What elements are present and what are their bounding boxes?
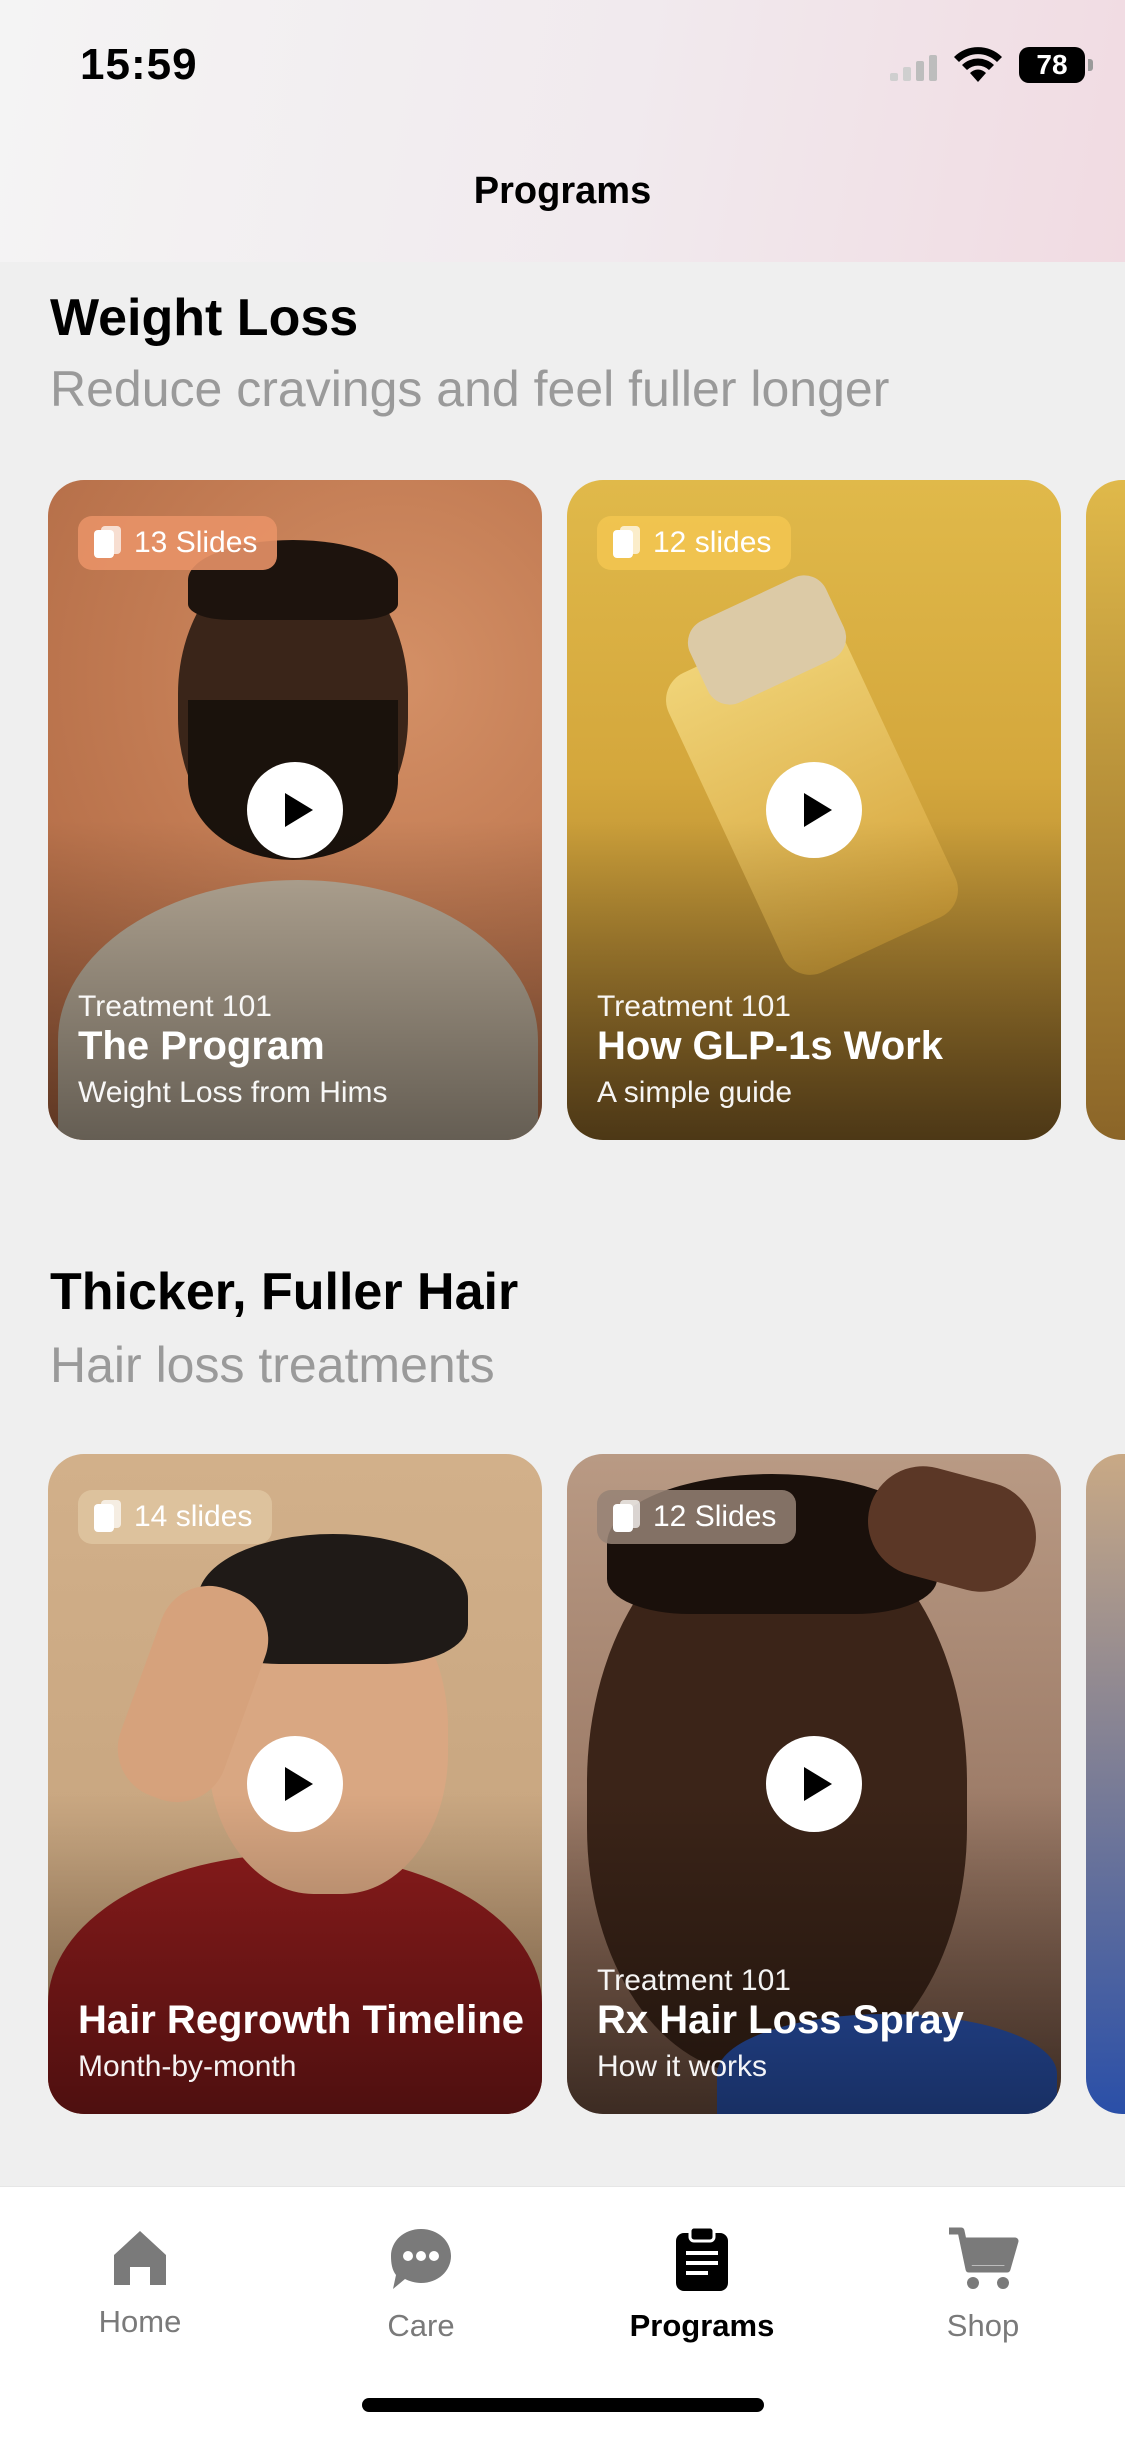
program-card-peek[interactable] [1086, 1454, 1125, 2114]
tab-shop[interactable]: Shop [883, 2225, 1083, 2344]
card-title: Rx Hair Loss Spray [597, 1998, 964, 2042]
cart-icon [949, 2227, 1019, 2289]
play-button[interactable] [766, 1736, 862, 1832]
tab-label: Programs [629, 2308, 775, 2343]
card-subtitle: A simple guide [597, 1076, 793, 1109]
section-title-hair: Thicker, Fuller Hair [50, 1263, 519, 1321]
card-eyebrow: Treatment 101 [597, 1964, 791, 1997]
tab-label: Home [98, 2304, 182, 2339]
section-subtitle-weight-loss: Reduce cravings and feel fuller longer [50, 361, 890, 417]
slides-icon [613, 526, 641, 560]
program-card-the-program[interactable]: 13 Slides Treatment 101 The Program Weig… [48, 480, 542, 1140]
card-subtitle: Month-by-month [78, 2050, 297, 2083]
slides-count: 12 Slides [653, 1500, 777, 1533]
slides-icon [94, 1500, 122, 1534]
slides-count: 12 slides [653, 526, 772, 559]
card-eyebrow: Treatment 101 [597, 990, 791, 1023]
slides-badge: 14 slides [78, 1490, 273, 1544]
program-card-rx-hair-loss-spray[interactable]: 12 Slides Treatment 101 Rx Hair Loss Spr… [567, 1454, 1061, 2114]
card-eyebrow: Treatment 101 [78, 990, 272, 1023]
status-icons: 78 [890, 46, 1093, 84]
section-title-weight-loss: Weight Loss [50, 289, 359, 347]
card-subtitle: How it works [597, 2050, 768, 2083]
chat-icon [391, 2229, 451, 2289]
card-subtitle: Weight Loss from Hims [78, 1076, 388, 1109]
slides-badge: 12 slides [597, 516, 792, 570]
play-button[interactable] [766, 762, 862, 858]
card-title: Hair Regrowth Timeline [78, 1998, 525, 2042]
battery-icon: 78 [1019, 47, 1093, 83]
page-title: Programs [473, 170, 652, 212]
play-button[interactable] [247, 762, 343, 858]
battery-level: 78 [1036, 49, 1068, 80]
home-icon [114, 2231, 166, 2285]
play-button[interactable] [247, 1736, 343, 1832]
program-card-hair-regrowth-timeline[interactable]: 14 slides Hair Regrowth Timeline Month-b… [48, 1454, 542, 2114]
cellular-signal-icon [890, 49, 937, 81]
tab-home[interactable]: Home [40, 2225, 240, 2340]
section-subtitle-hair: Hair loss treatments [50, 1337, 495, 1393]
slides-count: 14 slides [134, 1500, 253, 1533]
status-time: 15:59 [80, 40, 198, 89]
slides-icon [94, 526, 122, 560]
tab-programs[interactable]: Programs [602, 2225, 802, 2344]
top-bar: 15:59 78 Programs [0, 0, 1125, 262]
card-title: The Program [78, 1024, 325, 1068]
tab-label: Care [387, 2308, 455, 2343]
wifi-icon [954, 47, 1002, 82]
clipboard-icon [676, 2225, 728, 2291]
program-card-peek[interactable] [1086, 480, 1125, 1140]
slides-icon [613, 1500, 641, 1534]
tab-label: Shop [946, 2308, 1020, 2343]
tab-care[interactable]: Care [321, 2225, 521, 2344]
slides-count: 13 Slides [134, 526, 258, 559]
home-indicator[interactable] [362, 2398, 764, 2412]
program-card-how-glp1s-work[interactable]: 12 slides Treatment 101 How GLP-1s Work … [567, 480, 1061, 1140]
slides-badge: 12 Slides [597, 1490, 797, 1544]
slides-badge: 13 Slides [78, 516, 278, 570]
card-title: How GLP-1s Work [597, 1024, 943, 1068]
